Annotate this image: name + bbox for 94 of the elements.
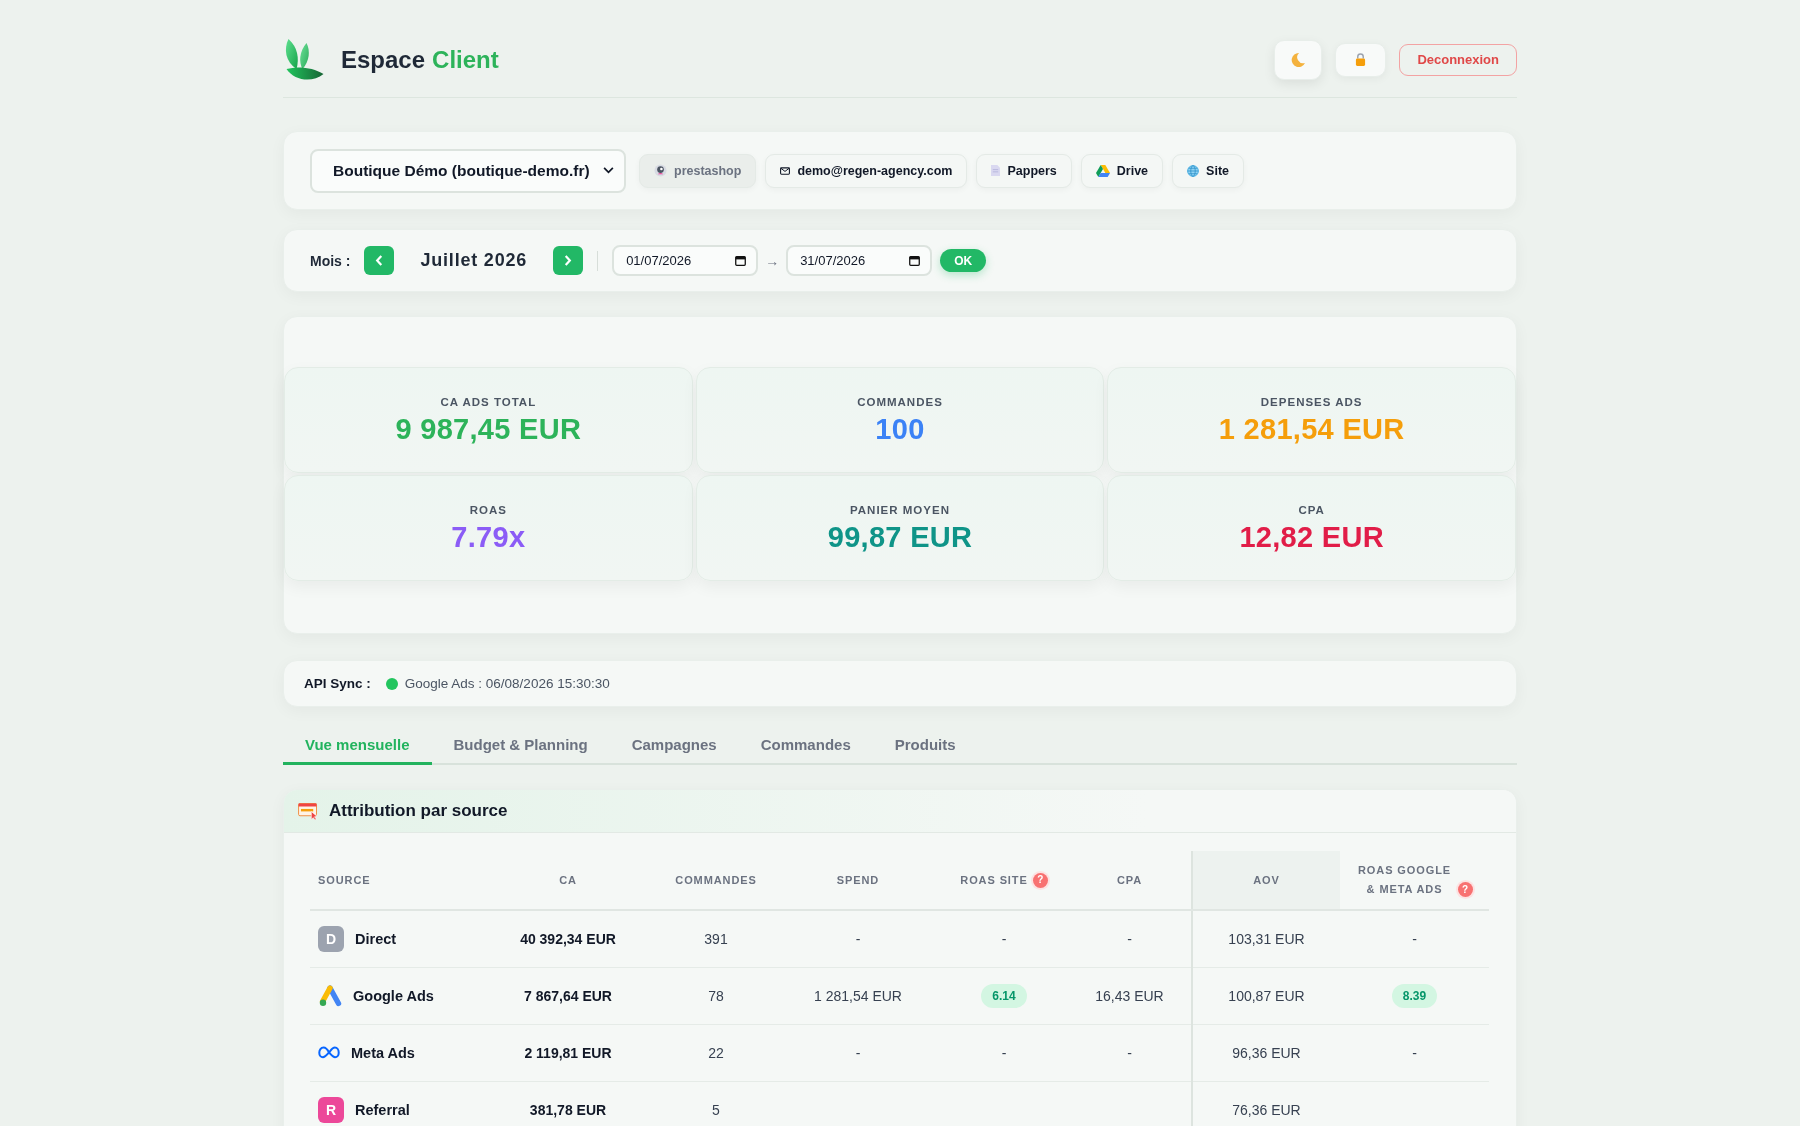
orders-value: 78: [708, 987, 724, 1004]
roas-pill: 6.14: [981, 983, 1027, 1008]
spend-value: -: [855, 930, 861, 947]
tab[interactable]: Campagnes: [609, 726, 739, 765]
revenue-value: 40 392,34 EUR: [520, 930, 616, 947]
cpa-value: 16,43 EUR: [1095, 987, 1164, 1004]
kpi-label: PANIER MOYEN: [850, 504, 950, 516]
roas-value: -: [1412, 930, 1417, 947]
spend-value: 1 281,54 EUR: [814, 987, 902, 1004]
roas-pill: 8.39: [1391, 983, 1438, 1008]
sync-status: Google Ads : 06/08/2026 15:30:30: [404, 676, 610, 691]
previous-month-button[interactable]: [364, 246, 395, 275]
moon-button[interactable]: [1274, 39, 1323, 80]
roas-value: -: [1001, 1044, 1007, 1061]
kpi-label: ROAS: [469, 504, 507, 516]
tab[interactable]: Produits: [872, 726, 978, 765]
link-chip[interactable]: demo@regen-agency.com: [765, 153, 968, 188]
source-name: Referral: [355, 1101, 410, 1118]
panel-title: Attribution par source: [329, 801, 508, 821]
shop-select[interactable]: Boutique Démo (boutique-demo.fr): [310, 148, 626, 193]
revenue-value: 2 119,81 EUR: [524, 1044, 612, 1061]
kpi-value: 12,82 EUR: [1239, 521, 1384, 554]
column-header: COMMANDES: [675, 872, 757, 888]
logout-button[interactable]: Deconnexion: [1399, 43, 1517, 76]
calendar-icon: [735, 255, 747, 266]
help-icon[interactable]: ?: [1032, 872, 1048, 888]
round-logo-icon: [654, 164, 667, 177]
kpi-value: 7.79x: [451, 521, 526, 554]
triangle-logo-icon: [1095, 164, 1110, 177]
current-month: Juillet 2026: [420, 250, 528, 271]
kpi-label: CA ADS TOTAL: [440, 396, 537, 408]
aov-value: 100,87 EUR: [1228, 987, 1305, 1004]
padlock-icon: [1355, 53, 1367, 66]
cpa-value: -: [1127, 930, 1132, 947]
end-date-field[interactable]: 31/07/2026: [786, 245, 933, 276]
kpi-label: CPA: [1298, 504, 1325, 516]
link-chip[interactable]: Site: [1172, 153, 1244, 188]
kpi-label: COMMANDES: [857, 396, 943, 408]
infinity-icon: [318, 1046, 340, 1059]
source-name: Direct: [355, 930, 397, 947]
tab[interactable]: Vue mensuelle: [283, 726, 432, 765]
revenue-value: 7 867,64 EUR: [524, 987, 612, 1004]
column-header: AOV: [1253, 872, 1280, 888]
sync-label: API Sync :: [304, 676, 371, 691]
revenue-value: 381,78 EUR: [529, 1101, 607, 1118]
kpi-value: 100: [875, 413, 925, 446]
column-header: CA: [559, 872, 577, 888]
leaf-logo-icon: [283, 37, 324, 82]
app-title: Espace: [341, 45, 426, 74]
moon-icon: [1290, 51, 1307, 68]
next-month-button[interactable]: [553, 246, 584, 275]
envelope-icon: [780, 166, 791, 175]
orders-value: 5: [712, 1101, 720, 1118]
initial-avatar: D: [318, 925, 344, 952]
a-shape-logo-icon: [318, 984, 342, 1007]
app-title-accent: Client: [432, 45, 499, 74]
apply-button[interactable]: OK: [940, 249, 987, 272]
aov-value: 96,36 EUR: [1232, 1044, 1301, 1061]
column-header: CPA: [1116, 872, 1143, 888]
globe-icon: [1187, 164, 1200, 177]
document-icon: [991, 165, 1001, 176]
chevron-left-icon: [375, 255, 384, 266]
tab[interactable]: Budget & Planning: [431, 726, 610, 765]
kpi-value: 9 987,45 EUR: [395, 413, 582, 446]
kpi-value: 99,87 EUR: [827, 521, 973, 554]
spend-value: -: [855, 1044, 861, 1061]
start-date-field[interactable]: 01/07/2026: [612, 245, 759, 276]
orders-value: 22: [708, 1044, 724, 1061]
column-header: ROAS SITE: [960, 872, 1028, 888]
roas-value: -: [1001, 930, 1007, 947]
chevron-right-icon: [564, 255, 573, 266]
column-header: SOURCE: [318, 872, 371, 888]
aov-value: 103,31 EUR: [1228, 930, 1305, 947]
browser-window-icon: [298, 802, 319, 820]
link-chip[interactable]: Pappers: [976, 153, 1072, 188]
source-name: Meta Ads: [351, 1044, 415, 1061]
column-header: SPEND: [836, 872, 880, 888]
chevron-down-icon: [603, 167, 614, 174]
month-label: Mois :: [310, 252, 351, 269]
kpi-label: DEPENSES ADS: [1260, 396, 1363, 408]
cpa-value: -: [1127, 1044, 1132, 1061]
aov-value: 76,36 EUR: [1232, 1101, 1301, 1118]
help-icon[interactable]: ?: [1457, 882, 1473, 897]
roas-value: -: [1412, 1044, 1417, 1061]
initial-avatar: R: [318, 1096, 344, 1123]
calendar-icon: [909, 255, 921, 266]
lock-button[interactable]: [1335, 42, 1387, 77]
date-range-arrow: →: [765, 252, 780, 269]
kpi-value: 1 281,54 EUR: [1218, 413, 1405, 446]
column-header: ROAS GOOGLE & META ADS: [1357, 863, 1452, 897]
link-chip[interactable]: Drive: [1080, 153, 1164, 188]
tab[interactable]: Commandes: [738, 726, 873, 765]
orders-value: 391: [704, 930, 728, 947]
source-name: Google Ads: [353, 987, 434, 1004]
